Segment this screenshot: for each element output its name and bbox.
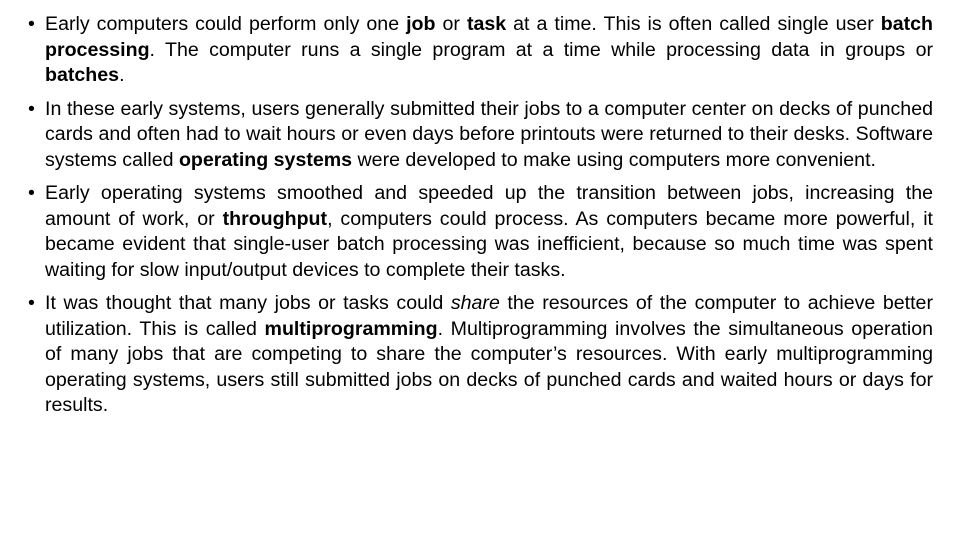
bullet-text: . <box>119 64 125 86</box>
bold-term: throughput <box>222 207 328 230</box>
bullet-icon: • <box>28 292 35 314</box>
bullet-text: . The computer runs a single program at … <box>149 38 933 61</box>
bold-term: operating systems <box>178 148 353 171</box>
bullet-icon: • <box>28 182 35 204</box>
bullet-text: were developed to make using computers m… <box>352 148 876 171</box>
bold-term: task <box>466 13 507 35</box>
emphasis-text: share <box>450 292 500 314</box>
bullet-item: • In these early systems, users generally… <box>28 97 933 174</box>
bullet-icon: • <box>28 97 35 120</box>
bullet-item: • It was thought that many jobs or tasks … <box>28 291 933 419</box>
bullet-text: at a time. This is often called single u… <box>506 13 881 35</box>
bullet-text: or <box>435 13 467 35</box>
bullet-item: • Early operating systems smoothed and sp… <box>28 181 933 283</box>
bullet-text: Early computers could perform only one <box>45 13 407 35</box>
slide-body: • Early computers could perform only one … <box>28 12 933 427</box>
bold-term: multiprogramming <box>264 317 438 340</box>
bullet-item: • Early computers could perform only one … <box>28 12 933 89</box>
bullet-icon: • <box>28 13 35 35</box>
bold-term: job <box>406 13 436 35</box>
bullet-list: • Early computers could perform only one … <box>28 12 933 419</box>
bullet-text: It was thought that many jobs or tasks c… <box>45 292 451 314</box>
bold-term: batches <box>45 64 120 86</box>
